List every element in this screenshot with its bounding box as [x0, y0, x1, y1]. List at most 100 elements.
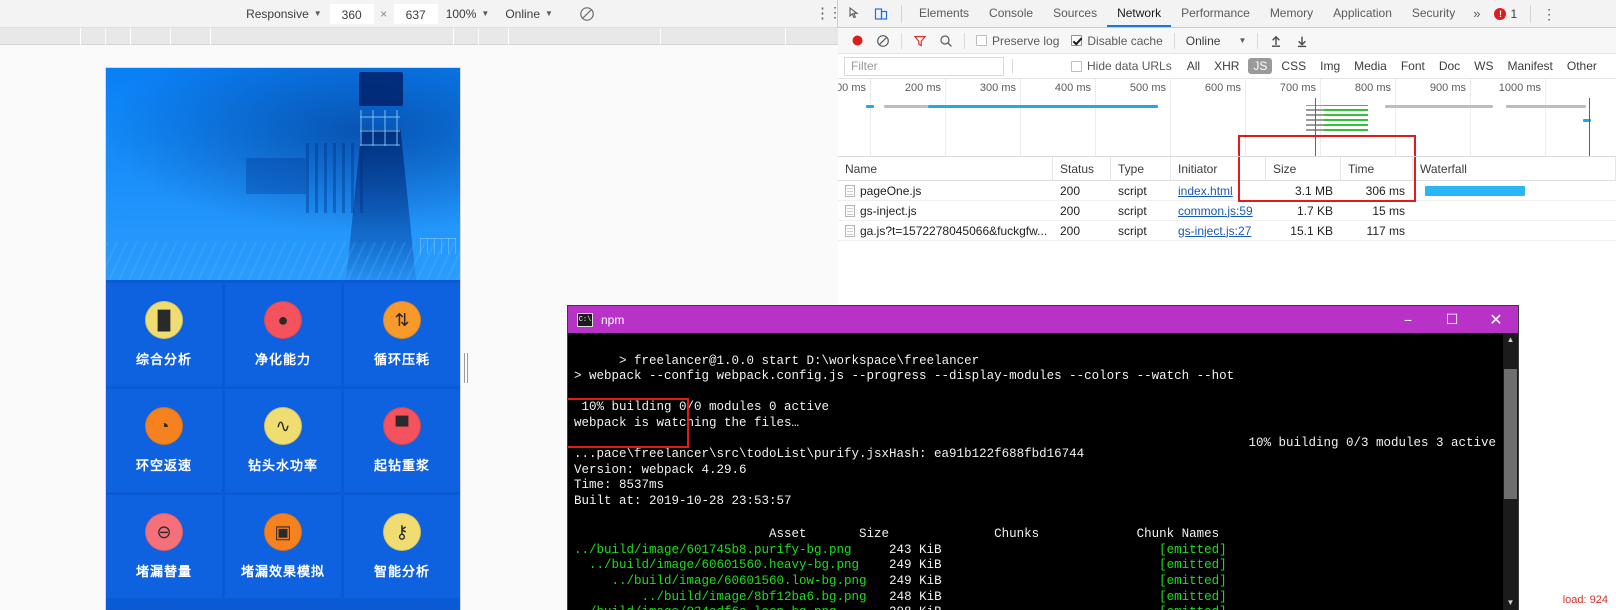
cell-initiator: index.html	[1171, 181, 1266, 201]
clear-button[interactable]	[870, 30, 896, 52]
feature-tile[interactable]: ◔ 环空返速	[106, 389, 222, 492]
hide-data-urls-checkbox[interactable]: Hide data URLs	[1021, 59, 1178, 73]
cell-initiator: common.js:59	[1171, 201, 1266, 221]
zoom-select[interactable]: 100% ▼	[438, 3, 498, 24]
tab-memory[interactable]: Memory	[1260, 0, 1323, 27]
record-button[interactable]	[844, 30, 870, 52]
export-har-icon[interactable]	[1289, 30, 1315, 52]
feature-tile-label: 净化能力	[254, 352, 311, 367]
search-icon[interactable]	[933, 30, 959, 52]
throttling-select[interactable]: Online ▼	[1180, 34, 1253, 48]
type-filter-font[interactable]: Font	[1396, 58, 1430, 74]
minimize-button[interactable]: −	[1386, 306, 1430, 333]
initiator-link[interactable]: gs-inject.js:27	[1178, 224, 1251, 238]
feature-tile[interactable]: ⊖ 堵漏替量	[106, 495, 222, 598]
error-badge[interactable]: ! 1	[1488, 7, 1523, 21]
power-wave-icon: ∿	[264, 407, 302, 445]
type-filter-other[interactable]: Other	[1562, 58, 1602, 74]
hero-deck	[106, 242, 460, 280]
feature-tile[interactable]: ∿ 钻头水功率	[225, 389, 341, 492]
asset-path: ../build/image/601745b8.purify-bg.png	[574, 542, 852, 557]
feature-tile[interactable]: ▣ 堵漏效果模拟	[225, 495, 341, 598]
tab-application[interactable]: Application	[1323, 0, 1402, 27]
column-header-time[interactable]: Time	[1341, 156, 1413, 181]
viewport-resize-handle[interactable]	[464, 353, 470, 383]
terminal-output[interactable]: > freelancer@1.0.0 start D:\workspace\fr…	[568, 333, 1518, 610]
feature-tile-label: 堵漏替量	[135, 564, 192, 579]
more-tabs-icon[interactable]: »	[1465, 6, 1488, 21]
type-filter-media[interactable]: Media	[1349, 58, 1392, 74]
feature-tile[interactable]: ⇅ 循环压耗	[344, 283, 460, 386]
tab-elements[interactable]: Elements	[909, 0, 979, 27]
toolbar-divider	[1173, 32, 1175, 49]
cell-size: 3.1 MB	[1294, 183, 1333, 198]
tab-performance[interactable]: Performance	[1171, 0, 1260, 27]
water-drop-icon: ●	[264, 301, 302, 339]
initiator-link[interactable]: common.js:59	[1178, 204, 1253, 218]
filter-funnel-icon[interactable]	[907, 30, 933, 52]
devtools-settings-kebab-icon[interactable]: ⋮	[1542, 7, 1556, 21]
hero-image	[106, 68, 460, 280]
type-filter-doc[interactable]: Doc	[1434, 58, 1465, 74]
terminal-progress-status: 10% building 0/3 modules 3 active	[1248, 436, 1496, 450]
request-name: gs-inject.js	[860, 203, 917, 218]
initiator-link[interactable]: index.html	[1178, 184, 1233, 198]
terminal-title-bar[interactable]: C:\ npm − ☐ ✕	[568, 306, 1518, 333]
scrollbar-thumb[interactable]	[1504, 369, 1517, 499]
tab-sources[interactable]: Sources	[1043, 0, 1107, 27]
tab-console[interactable]: Console	[979, 0, 1043, 27]
asset-table-header: Asset Size Chunks Chunk Names	[574, 527, 1220, 542]
type-filter-ws[interactable]: WS	[1469, 58, 1498, 74]
import-har-icon[interactable]	[1263, 30, 1289, 52]
type-filter-css[interactable]: CSS	[1276, 58, 1311, 74]
column-header-initiator[interactable]: Initiator	[1171, 156, 1266, 181]
script-file-icon	[845, 184, 855, 197]
type-filter-xhr[interactable]: XHR	[1209, 58, 1244, 74]
device-preset-select[interactable]: Responsive ▼	[238, 3, 330, 24]
inspect-element-icon[interactable]	[842, 2, 868, 26]
column-header-type[interactable]: Type	[1111, 156, 1171, 181]
network-throttle-select[interactable]: Online ▼	[497, 3, 561, 24]
npm-terminal-window[interactable]: C:\ npm − ☐ ✕ > freelancer@1.0.0 start D…	[568, 306, 1518, 610]
table-row[interactable]: pageOne.js 200 script index.html 3.1 MB 306 m…	[838, 181, 1616, 201]
scroll-down-arrow[interactable]: ▼	[1503, 596, 1518, 610]
filter-input[interactable]: Filter	[844, 56, 1004, 76]
cell-status: 200	[1060, 203, 1081, 218]
toggle-device-toolbar-icon[interactable]	[868, 2, 894, 26]
cell-time: 117 ms	[1366, 223, 1405, 238]
type-filter-img[interactable]: Img	[1315, 58, 1345, 74]
preserve-log-checkbox[interactable]: Preserve log	[970, 34, 1065, 48]
close-button[interactable]: ✕	[1474, 306, 1518, 333]
feature-tile[interactable]: █ 综合分析	[106, 283, 222, 386]
load-event-label: load: 924	[1562, 594, 1608, 606]
scroll-up-arrow[interactable]: ▲	[1503, 333, 1518, 347]
terminal-scrollbar[interactable]: ▲ ▼	[1503, 333, 1518, 610]
column-header-size[interactable]: Size	[1266, 156, 1341, 181]
viewport-height-input[interactable]: 637	[393, 3, 438, 24]
table-row[interactable]: gs-inject.js 200 script common.js:59 1.7 KB 1…	[838, 201, 1616, 221]
type-filter-js[interactable]: JS	[1248, 58, 1273, 74]
column-header-name[interactable]: Name	[838, 156, 1053, 181]
tab-security[interactable]: Security	[1402, 0, 1465, 27]
toolbar-divider	[964, 32, 965, 49]
type-filter-all[interactable]: All	[1182, 58, 1205, 74]
column-header-waterfall[interactable]: Waterfall	[1413, 156, 1616, 181]
table-row[interactable]: ga.js?t=1572278045066&fuckgfw... 200 scrip…	[838, 221, 1616, 241]
tab-network[interactable]: Network	[1107, 0, 1172, 27]
script-file-icon	[845, 224, 855, 237]
devtools-drag-handle[interactable]: ⋮	[828, 5, 842, 19]
feature-tile[interactable]: ▀ 起钻重浆	[344, 389, 460, 492]
disable-cache-checkbox[interactable]: Disable cache	[1065, 34, 1168, 48]
rotate-device-icon[interactable]	[575, 3, 599, 25]
viewport-width-input[interactable]: 360	[329, 3, 374, 24]
feature-tile[interactable]: ⚷ 智能分析	[344, 495, 460, 598]
network-overview-timeline[interactable]: 100 ms 200 ms 300 ms 400 ms 500 ms 600 ms 700 …	[838, 79, 1616, 157]
asset-chunk-status: [emitted]	[941, 589, 1227, 604]
type-filter-manifest[interactable]: Manifest	[1503, 58, 1558, 74]
maximize-button[interactable]: ☐	[1430, 306, 1474, 333]
column-header-status[interactable]: Status	[1053, 156, 1111, 181]
overview-band	[928, 105, 1158, 108]
device-toolbar-more-icon[interactable]: ⋮	[815, 6, 830, 21]
feature-tile[interactable]: ● 净化能力	[225, 283, 341, 386]
cell-waterfall	[1413, 181, 1616, 201]
